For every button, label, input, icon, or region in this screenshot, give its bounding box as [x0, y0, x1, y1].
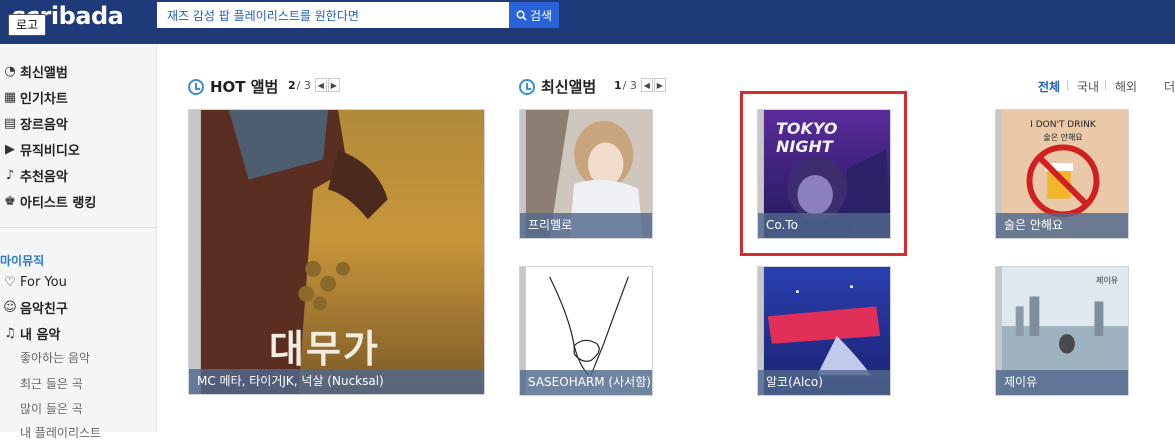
sidebar-item-label: 최신앨범	[20, 65, 68, 81]
new-album-card[interactable]: SASEOHARM (사서함)	[519, 266, 653, 396]
album-cover-title: TOKYO NIGHT	[776, 119, 838, 156]
search-icon	[516, 10, 527, 21]
new-next-button[interactable]: ▶	[653, 78, 666, 92]
sidebar-item-label: 인기차트	[20, 91, 68, 107]
sidebar-item-label: 음악친구	[20, 301, 68, 317]
top-bar: scribada 로고 검색	[0, 0, 1175, 44]
artist-icon: ♚	[4, 193, 16, 209]
album-caption: 제이유	[996, 370, 1128, 395]
album-cover-title: I DON'T DRINK	[1030, 120, 1096, 130]
filter-separator	[1105, 80, 1106, 90]
album-caption: SASEOHARM (사서함)	[520, 370, 652, 395]
sidebar-item-new-albums[interactable]: ◔ 최신앨범	[0, 60, 68, 82]
sidebar-item-for-you[interactable]: ♡ For You	[0, 271, 67, 293]
filter-international[interactable]: 해외	[1115, 78, 1137, 95]
filter-domestic[interactable]: 국내	[1077, 78, 1099, 95]
sidebar-sub-most-played[interactable]: 많이 들은 곡	[20, 400, 83, 417]
hot-prev-button[interactable]: ◀	[314, 78, 327, 92]
sidebar-item-friends[interactable]: ☺ 음악친구	[0, 296, 68, 318]
album-cover-title: 대무가	[269, 327, 380, 371]
sidebar-sub-liked[interactable]: 좋아하는 음악	[20, 349, 90, 366]
sidebar-divider	[0, 227, 157, 228]
sidebar-item-label: For You	[20, 274, 67, 290]
hot-page-current: 2	[288, 78, 296, 92]
new-page-total: / 3	[622, 78, 637, 92]
genre-icon: ▤	[3, 115, 17, 131]
filter-more[interactable]: 더	[1164, 78, 1175, 95]
friends-icon: ☺	[3, 299, 17, 315]
sidebar-sub-playlist[interactable]: 내 플레이리스트	[20, 424, 101, 441]
search-button-label: 검색	[529, 8, 553, 23]
new-pager: 1 / 3 ◀ ▶	[614, 78, 666, 92]
new-album-card[interactable]: 프리멜로	[519, 109, 653, 239]
my-music-icon: ♫	[4, 325, 16, 341]
hot-album-title-text: HOT 앨범	[210, 78, 279, 96]
hot-pager: 2 / 3 ◀ ▶	[288, 78, 340, 92]
sidebar-item-artist-ranking[interactable]: ♚ 아티스트 랭킹	[0, 190, 96, 212]
heart-icon: ♡	[4, 274, 16, 290]
sidebar-item-music-video[interactable]: ▶ 뮤직비디오	[0, 138, 80, 160]
search-button[interactable]: 검색	[509, 2, 559, 28]
sidebar-item-genre[interactable]: ▤ 장르음악	[0, 112, 68, 134]
new-album-card[interactable]: 알코(Alco)	[757, 266, 891, 396]
sidebar-item-label: 아티스트 랭킹	[20, 195, 97, 211]
album-cover-title: 제이유	[1096, 276, 1119, 285]
new-album-title: 최신앨범	[519, 76, 596, 97]
my-music-heading: 마이뮤직	[0, 254, 45, 268]
sidebar: ◔ 최신앨범 ▦ 인기차트 ▤ 장르음악 ▶ 뮤직비디오 ♪ 추천음악 ♚ 아티…	[0, 44, 157, 440]
new-prev-button[interactable]: ◀	[640, 78, 653, 92]
album-caption: 알코(Alco)	[758, 370, 890, 395]
search-input[interactable]	[157, 2, 509, 28]
album-cover-subtitle: 술은 안해요	[1043, 133, 1083, 142]
sidebar-item-chart[interactable]: ▦ 인기차트	[0, 86, 68, 108]
album-caption: Co.To	[758, 213, 890, 238]
sidebar-item-label: 뮤직비디오	[20, 143, 80, 159]
new-album-title-text: 최신앨범	[541, 78, 597, 96]
album-caption: 술은 안해요	[996, 213, 1128, 238]
new-album-card[interactable]: 제이유 제이유	[995, 266, 1129, 396]
new-album-card[interactable]: I DON'T DRINK 술은 안해요 술은 안해요	[995, 109, 1129, 239]
logo-badge: 로고	[8, 14, 47, 36]
sidebar-sub-recent[interactable]: 최근 들은 곡	[20, 375, 83, 392]
sidebar-item-recommend[interactable]: ♪ 추천음악	[0, 164, 68, 186]
chart-icon: ▦	[3, 89, 17, 105]
album-caption: 프리멜로	[520, 213, 652, 238]
album-caption: MC 메타, 타이거JK, 넉살 (Nucksal)	[189, 369, 484, 394]
filter-all[interactable]: 전체	[1038, 78, 1060, 95]
sidebar-item-label: 장르음악	[20, 117, 68, 133]
music-note-icon: ♪	[5, 167, 15, 183]
video-icon: ▶	[5, 141, 15, 157]
new-album-icon: ◔	[4, 63, 16, 79]
filter-separator	[1067, 80, 1068, 90]
hot-album-card[interactable]: 대무가 MC 메타, 타이거JK, 넉살 (Nucksal)	[188, 109, 485, 395]
sidebar-item-label: 내 음악	[20, 327, 61, 343]
hot-album-title: HOT 앨범	[188, 76, 278, 97]
sidebar-item-label: 추천음악	[20, 169, 68, 185]
sidebar-item-my-music[interactable]: ♫ 내 음악	[0, 322, 60, 344]
hot-next-button[interactable]: ▶	[327, 78, 340, 92]
new-album-card[interactable]: TOKYO NIGHT Co.To	[757, 109, 891, 239]
new-page-current: 1	[614, 78, 622, 92]
clock-icon	[188, 78, 204, 95]
hot-page-total: / 3	[296, 78, 311, 92]
clock-icon	[519, 78, 535, 95]
